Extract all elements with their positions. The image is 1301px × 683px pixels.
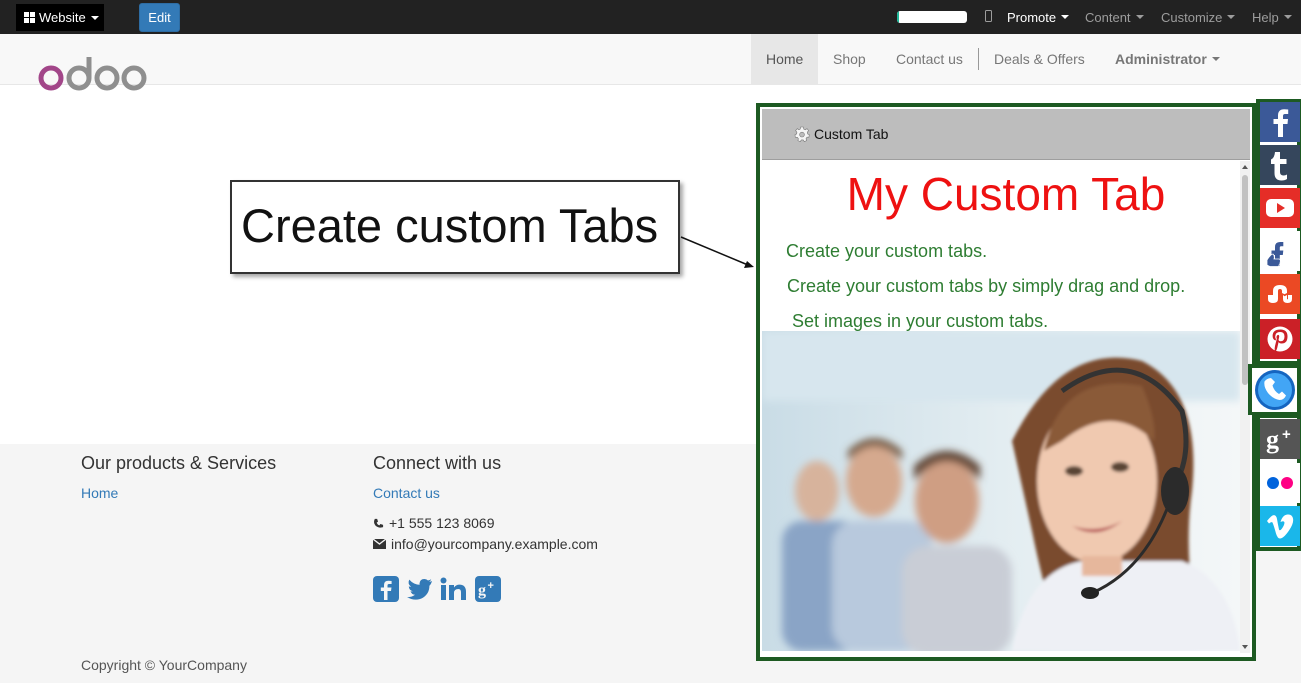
nav-administrator[interactable]: Administrator — [1115, 34, 1220, 84]
vimeo-icon[interactable] — [1260, 506, 1300, 546]
caret-down-icon — [1061, 15, 1070, 19]
footer-email: info@yourcompany.example.com — [373, 536, 598, 552]
admin-topbar: Website Edit Promote Content Customize H… — [0, 0, 1301, 34]
flickr-icon[interactable] — [1260, 463, 1300, 503]
tumblr-icon[interactable] — [1260, 145, 1300, 185]
footer-email-text: info@yourcompany.example.com — [391, 536, 598, 552]
envelope-icon — [373, 539, 386, 549]
promote-menu-label: Promote — [1007, 9, 1057, 25]
website-menu-label: Website — [39, 10, 86, 25]
twitter-icon[interactable] — [406, 576, 433, 602]
google-plus-icon[interactable]: g + — [475, 576, 501, 602]
footer-home-link[interactable]: Home — [81, 485, 118, 501]
facebook-thumb-icon[interactable] — [1260, 231, 1300, 271]
progress-bar-fill — [897, 11, 900, 23]
custom-tab-title: My Custom Tab — [846, 168, 1166, 220]
custom-tab-panel: Custom Tab My Custom Tab Create your cus… — [756, 103, 1256, 661]
edit-button[interactable]: Edit — [139, 3, 180, 32]
products-heading: Our products & Services — [81, 453, 277, 473]
nav-shop[interactable]: Shop — [833, 34, 866, 84]
site-header — [0, 34, 1301, 85]
svg-text:+: + — [1282, 426, 1291, 443]
customize-menu-label: Customize — [1161, 9, 1223, 25]
svg-text:g: g — [478, 582, 486, 599]
scrollbar-thumb[interactable] — [1242, 175, 1248, 385]
footer-social-links: g + — [373, 576, 501, 602]
caret-down-icon — [1135, 15, 1144, 19]
caret-down-icon — [1227, 15, 1236, 19]
linkedin-icon[interactable] — [440, 576, 468, 602]
scroll-down-icon[interactable] — [1242, 645, 1248, 649]
copyright-text: Copyright © YourCompany — [81, 657, 247, 673]
nav-administrator-label: Administrator — [1115, 51, 1207, 67]
custom-tab-label: Custom Tab — [814, 126, 889, 142]
footer-phone: +1 555 123 8069 — [373, 515, 495, 531]
phone-icon — [374, 518, 384, 528]
customize-menu[interactable]: Customize — [1161, 0, 1236, 34]
nav-divider — [978, 48, 979, 70]
progress-bar — [897, 11, 967, 23]
custom-tab-header[interactable]: Custom Tab — [762, 109, 1250, 160]
call-center-image — [762, 331, 1240, 651]
apps-grid-icon — [24, 12, 35, 23]
phone-icon[interactable] — [1252, 368, 1297, 412]
scroll-up-icon[interactable] — [1242, 165, 1248, 169]
promote-menu[interactable]: Promote — [1007, 0, 1070, 34]
content-menu[interactable]: Content — [1085, 0, 1144, 34]
custom-tab-line: Create your custom tabs. — [786, 241, 988, 261]
custom-tab-line: Create your custom tabs by simply drag a… — [787, 276, 1186, 296]
caret-down-icon — [1211, 57, 1220, 61]
help-menu[interactable]: Help — [1252, 0, 1292, 34]
nav-contact-us[interactable]: Contact us — [896, 34, 963, 84]
facebook-icon[interactable] — [373, 576, 399, 602]
content-menu-label: Content — [1085, 9, 1131, 25]
svg-text:+: + — [488, 580, 494, 592]
stumbleupon-icon[interactable] — [1260, 274, 1300, 314]
connect-heading: Connect with us — [373, 453, 502, 473]
annotation-callout: Create custom Tabs — [230, 180, 680, 274]
nav-home[interactable]: Home — [751, 34, 819, 84]
footer-phone-text: +1 555 123 8069 — [389, 515, 495, 531]
nav-deals-offers[interactable]: Deals & Offers — [994, 34, 1085, 84]
gear-icon — [794, 126, 810, 142]
callout-text: Create custom Tabs — [241, 199, 659, 252]
footer-contact-link[interactable]: Contact us — [373, 485, 440, 501]
caret-down-icon — [90, 15, 99, 20]
website-menu-button[interactable]: Website — [16, 4, 104, 31]
google-plus-icon[interactable]: g + — [1260, 419, 1300, 459]
youtube-icon[interactable] — [1260, 188, 1300, 228]
odoo-logo[interactable] — [38, 55, 148, 95]
mobile-preview-icon[interactable] — [985, 10, 992, 22]
custom-tab-line: Set images in your custom tabs. — [792, 311, 1049, 331]
help-menu-label: Help — [1252, 9, 1279, 25]
svg-text:g: g — [1266, 425, 1279, 454]
caret-down-icon — [1283, 15, 1292, 19]
pinterest-icon[interactable] — [1260, 319, 1300, 359]
facebook-icon[interactable] — [1260, 102, 1300, 142]
